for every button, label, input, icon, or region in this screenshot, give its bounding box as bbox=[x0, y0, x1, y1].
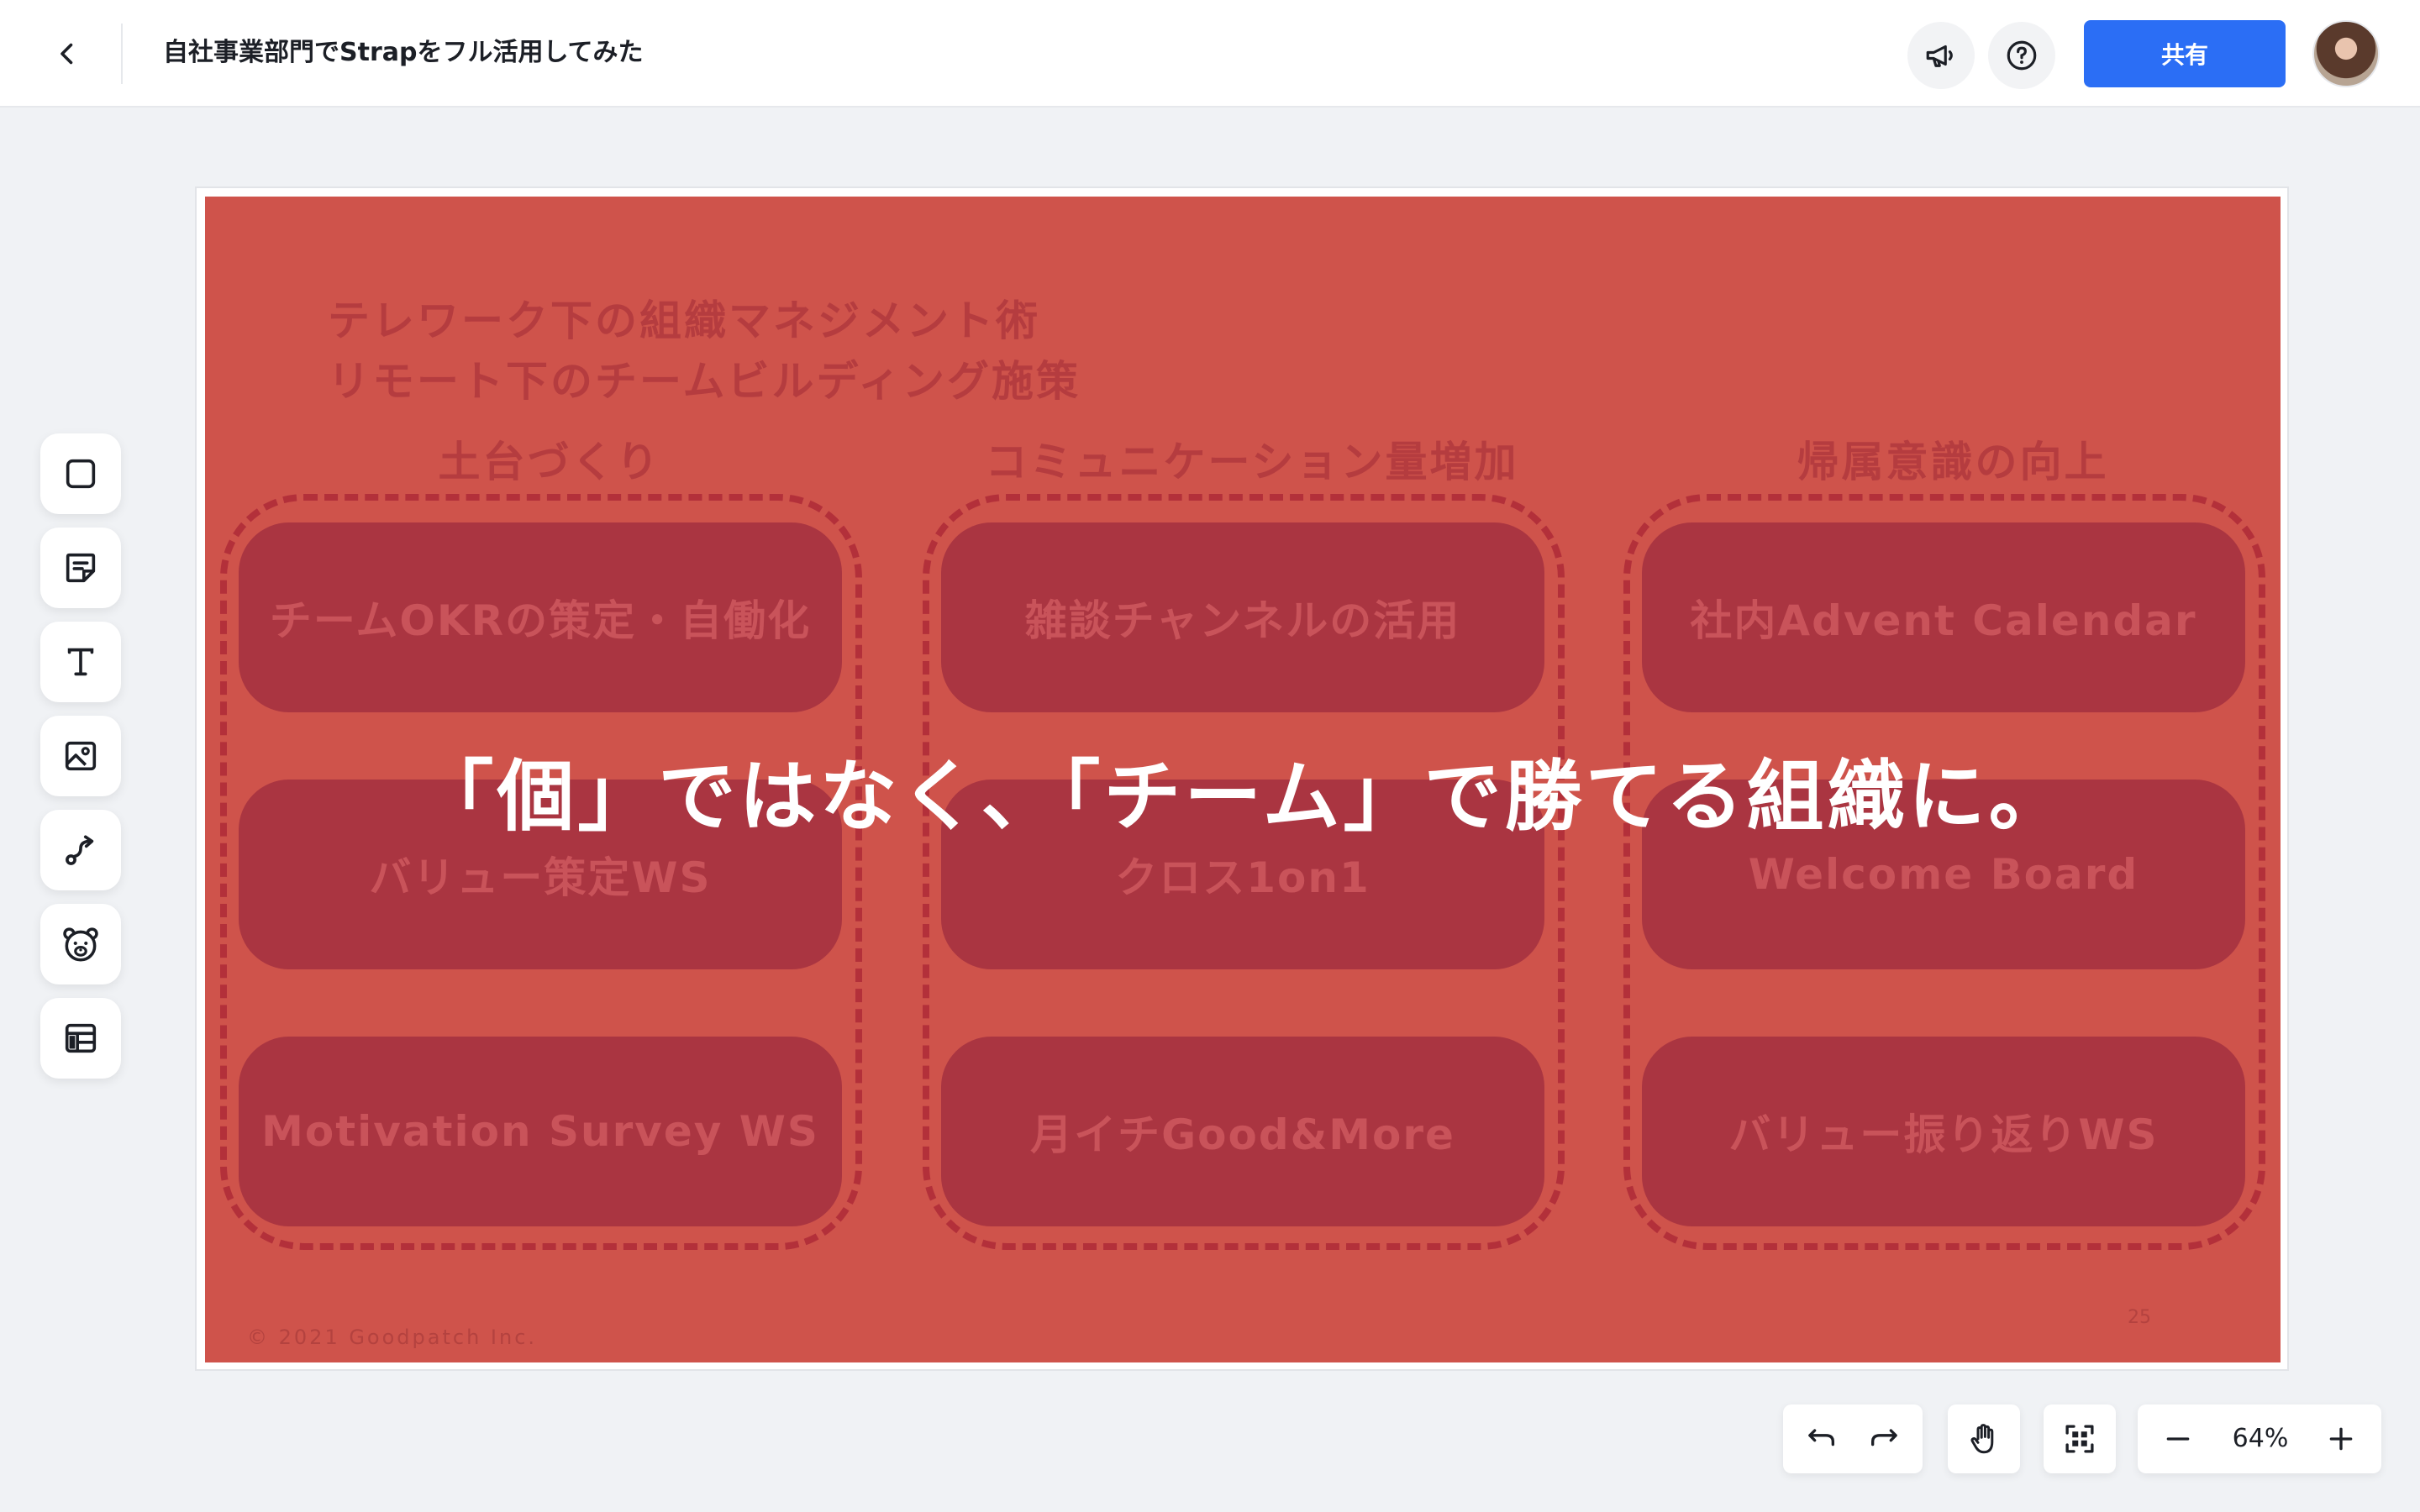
stamp-tool-button[interactable] bbox=[40, 904, 121, 984]
question-circle-icon bbox=[2007, 40, 2037, 71]
fit-screen-group bbox=[2044, 1404, 2116, 1473]
initiative-card[interactable]: 雑談チャンネルの活用 bbox=[941, 522, 1544, 712]
initiative-card[interactable]: チームOKRの策定・自働化 bbox=[239, 522, 842, 712]
chevron-left-icon bbox=[60, 43, 73, 65]
sticky-note-tool-button[interactable] bbox=[40, 528, 121, 608]
column-label: 土台づくり bbox=[438, 438, 661, 486]
hand-tool-button[interactable] bbox=[1954, 1404, 2014, 1473]
initiative-card[interactable]: Motivation Survey WS bbox=[239, 1037, 842, 1226]
slide-copyright: © 2021 Goodpatch Inc. bbox=[247, 1326, 538, 1349]
connector-tool-button[interactable] bbox=[40, 810, 121, 890]
bear-stamp-icon bbox=[63, 927, 98, 962]
zoom-out-button[interactable] bbox=[2148, 1404, 2208, 1473]
hand-icon bbox=[1970, 1424, 1994, 1454]
initiative-card[interactable]: 月イチGood&More bbox=[941, 1037, 1544, 1226]
back-button[interactable] bbox=[37, 24, 97, 84]
undo-icon bbox=[1808, 1429, 1834, 1446]
image-tool-button[interactable] bbox=[40, 716, 121, 796]
top-header: 自社事業部門でStrapをフル活用してみた 共有 bbox=[0, 0, 2420, 108]
image-tool-icon bbox=[65, 741, 97, 771]
text-tool-icon bbox=[67, 648, 94, 676]
redo-button[interactable] bbox=[1854, 1404, 1914, 1473]
slide-overlay-message[interactable]: 「個」ではなく、「チーム」で勝てる組織に。 bbox=[205, 734, 2281, 846]
fit-to-screen-button[interactable] bbox=[2049, 1404, 2110, 1473]
minus-icon bbox=[2166, 1437, 2190, 1441]
redo-icon bbox=[1871, 1429, 1897, 1446]
user-avatar[interactable] bbox=[2312, 20, 2380, 87]
header-divider bbox=[121, 24, 123, 84]
undo-button[interactable] bbox=[1791, 1404, 1852, 1473]
column-label: コミュニケーション量増加 bbox=[985, 438, 1519, 486]
slide-heading-line1: テレワーク下の組織マネジメント術 bbox=[328, 297, 1040, 345]
text-tool-button[interactable] bbox=[40, 622, 121, 702]
rectangle-tool-button[interactable] bbox=[40, 433, 121, 514]
hand-tool-group bbox=[1948, 1404, 2020, 1473]
share-button[interactable]: 共有 bbox=[2084, 20, 2286, 87]
zoom-controls: 64% bbox=[2138, 1404, 2381, 1473]
rectangle-tool-icon bbox=[66, 459, 96, 489]
zoom-level[interactable]: 64% bbox=[2218, 1404, 2302, 1473]
plus-icon bbox=[2329, 1427, 2353, 1451]
slide-heading-line2: リモート下のチームビルディング施策 bbox=[328, 357, 1081, 406]
initiative-card[interactable]: 社内Advent Calendar bbox=[1642, 522, 2245, 712]
template-icon bbox=[65, 1023, 97, 1053]
megaphone-icon bbox=[1926, 45, 1953, 67]
fit-screen-icon bbox=[2065, 1425, 2094, 1453]
announcement-button[interactable] bbox=[1907, 22, 1975, 89]
initiative-card[interactable]: バリュー振り返りWS bbox=[1642, 1037, 2245, 1226]
help-button[interactable] bbox=[1988, 22, 2055, 89]
column-label: 帰属意識の向上 bbox=[1797, 438, 2109, 486]
connector-tool-icon bbox=[66, 835, 94, 865]
zoom-in-button[interactable] bbox=[2311, 1404, 2371, 1473]
sticky-note-icon bbox=[66, 553, 96, 583]
template-tool-button[interactable] bbox=[40, 998, 121, 1079]
slide-page-number: 25 bbox=[2128, 1307, 2151, 1328]
slide-canvas[interactable]: テレワーク下の組織マネジメント術 リモート下のチームビルディング施策 土台づくり… bbox=[205, 197, 2281, 1362]
document-title[interactable]: 自社事業部門でStrapをフル活用してみた bbox=[163, 32, 644, 74]
history-controls bbox=[1783, 1404, 1923, 1473]
